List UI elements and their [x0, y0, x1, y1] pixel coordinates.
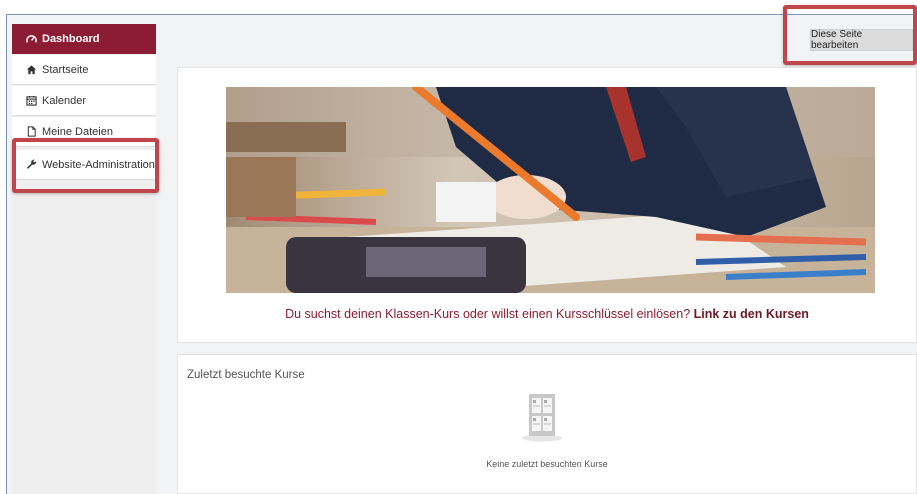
- sidebar-item-label: Dashboard: [42, 33, 100, 45]
- edit-page-button[interactable]: Diese Seite bearbeiten: [810, 29, 913, 51]
- recent-courses-empty-message: Keine zuletzt besuchten Kurse: [486, 459, 608, 469]
- hero-caption-text: Du suchst deinen Klassen-Kurs oder wills…: [285, 307, 694, 321]
- home-icon: [25, 64, 37, 76]
- wrench-icon: [25, 159, 37, 171]
- sidebar-item-meine-dateien[interactable]: Meine Dateien: [12, 117, 156, 147]
- courses-link[interactable]: Link zu den Kursen: [694, 307, 809, 321]
- sidebar-item-startseite[interactable]: Startseite: [12, 55, 156, 85]
- sidebar-item-label: Meine Dateien: [42, 125, 113, 138]
- sidebar-item-label: Startseite: [42, 63, 89, 76]
- sidebar: Dashboard Startseite Kalender Meine Date…: [12, 24, 156, 494]
- sidebar-item-dashboard[interactable]: Dashboard: [12, 24, 156, 54]
- sidebar-item-label: Kalender: [42, 94, 87, 107]
- hero-caption: Du suchst deinen Klassen-Kurs oder wills…: [177, 307, 917, 321]
- calendar-icon: [25, 95, 37, 107]
- hero-image: [226, 87, 875, 293]
- sidebar-item-label: Website-Administration: [42, 158, 155, 171]
- recent-courses-title: Zuletzt besuchte Kurse: [187, 369, 305, 381]
- sidebar-item-kalender[interactable]: Kalender: [12, 86, 156, 116]
- file-icon: [25, 126, 37, 138]
- page-header: [156, 15, 917, 65]
- hero-illustration: [226, 87, 875, 293]
- dashboard-icon: [25, 33, 37, 45]
- courses-grid-icon: [520, 392, 564, 442]
- sidebar-item-website-administration[interactable]: Website-Administration: [12, 150, 156, 180]
